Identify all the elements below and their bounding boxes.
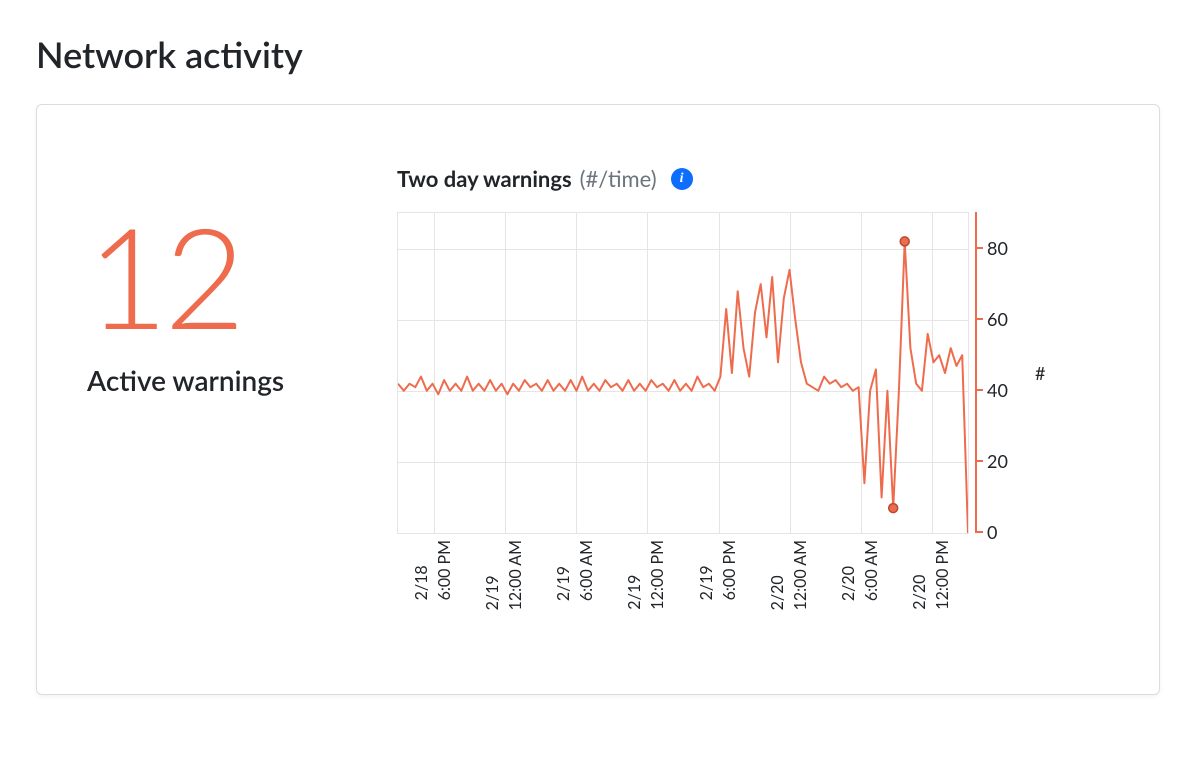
chart-x-tick-label: 2/20	[910, 540, 929, 610]
chart-plot-area: 020406080#2/186:00 PM2/1912:00 AM2/196:0…	[397, 212, 1055, 654]
chart-x-tick-label: 2/20	[839, 540, 858, 601]
chart-plot-box	[397, 212, 969, 534]
kpi-active-warnings: 12 Active warnings	[87, 165, 337, 654]
chart-y-tick-label: 60	[987, 308, 1008, 330]
chart-title-row: Two day warnings (#/time) i	[397, 165, 1099, 192]
chart-y-axis-label: #	[1035, 362, 1045, 384]
chart-x-tick-label: 2/19	[483, 540, 502, 610]
chart-data-point[interactable]	[900, 237, 909, 246]
chart-x-tick-label: 2/19	[625, 540, 644, 610]
kpi-value: 12	[87, 205, 337, 345]
chart-x-tick-label: 12:00 PM	[933, 540, 952, 610]
chart-x-tick-label: 2/20	[768, 540, 787, 610]
page-title: Network activity	[36, 32, 1160, 76]
chart-y-tick-label: 80	[987, 237, 1008, 259]
chart-x-tick-label: 6:00 PM	[720, 540, 739, 600]
network-activity-card: 12 Active warnings Two day warnings (#/t…	[36, 104, 1160, 695]
chart-title-text: Two day warnings	[397, 165, 572, 192]
info-icon[interactable]: i	[671, 168, 693, 190]
chart-y-tick-label: 0	[987, 521, 997, 543]
chart-subtitle: (#/time)	[580, 165, 657, 192]
chart-x-tick-label: 2/19	[554, 540, 573, 601]
chart-x-tick-label: 12:00 AM	[791, 540, 810, 610]
chart-x-tick-label: 6:00 PM	[435, 540, 454, 600]
chart-x-tick-label: 6:00 AM	[862, 540, 881, 601]
chart-x-tick-label: 2/18	[412, 540, 431, 600]
two-day-warnings-chart: Two day warnings (#/time) i 0 20 40 60 80 #2/…	[397, 165, 1099, 654]
chart-x-tick-label: 12:00 AM	[506, 540, 525, 610]
chart-y-tick-label: 40	[987, 379, 1008, 401]
kpi-label: Active warnings	[87, 363, 337, 397]
chart-y-tick-label: 20	[987, 450, 1008, 472]
chart-x-tick-label: 12:00 PM	[648, 540, 667, 610]
chart-x-tick-label: 6:00 AM	[577, 540, 596, 601]
chart-data-point[interactable]	[889, 504, 898, 513]
chart-x-tick-label: 2/19	[697, 540, 716, 600]
